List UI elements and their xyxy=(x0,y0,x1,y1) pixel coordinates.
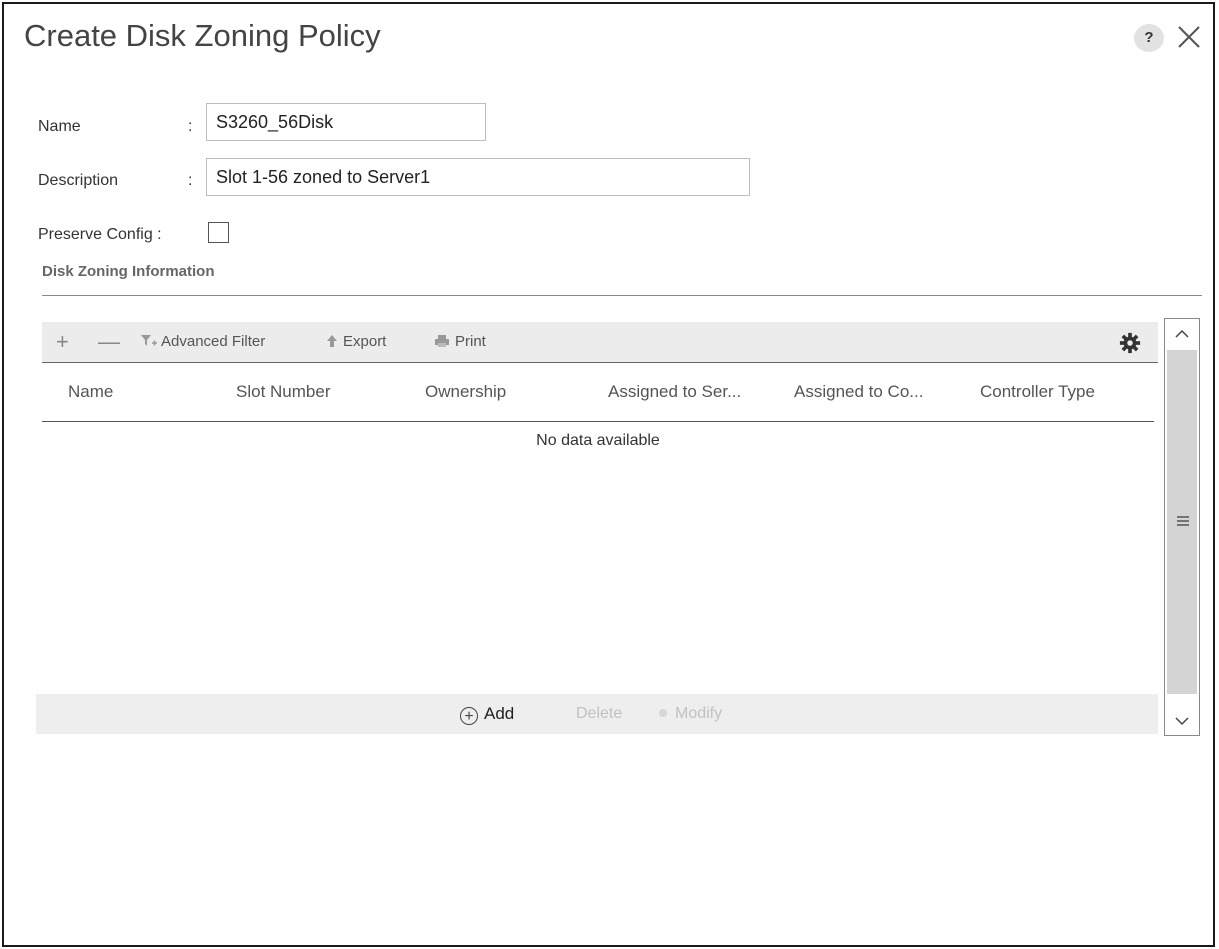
modify-dot-icon xyxy=(659,709,667,717)
plus-circle-icon: + xyxy=(460,707,478,725)
preserve-config-checkbox[interactable] xyxy=(208,222,229,243)
export-button[interactable]: Export xyxy=(326,322,386,362)
description-colon: : xyxy=(188,172,193,189)
preserve-config-label: Preserve Config : xyxy=(38,226,162,243)
add-row-icon[interactable]: + xyxy=(56,322,69,362)
add-button[interactable]: + Add xyxy=(460,694,514,734)
empty-table-message: No data available xyxy=(536,432,660,449)
print-label: Print xyxy=(455,333,486,350)
export-label: Export xyxy=(343,333,387,350)
gear-icon[interactable] xyxy=(1119,332,1141,354)
add-label: Add xyxy=(484,704,515,723)
table-toolbar: + — Advanced Filter Export Print xyxy=(42,322,1158,363)
name-input[interactable] xyxy=(206,103,486,141)
filter-icon xyxy=(141,335,157,346)
vertical-scrollbar[interactable] xyxy=(1164,318,1200,736)
print-icon xyxy=(435,335,449,347)
close-icon[interactable] xyxy=(1176,24,1202,50)
name-colon: : xyxy=(188,118,193,135)
dialog-title: Create Disk Zoning Policy xyxy=(24,18,381,53)
delete-button[interactable]: Delete xyxy=(576,694,622,734)
scrollbar-thumb[interactable] xyxy=(1167,350,1197,694)
column-header-assigned-to-controller[interactable]: Assigned to Co... xyxy=(794,382,923,402)
description-input[interactable] xyxy=(206,158,750,196)
section-divider xyxy=(42,295,1202,296)
column-header-assigned-to-server[interactable]: Assigned to Ser... xyxy=(608,382,741,402)
column-header-ownership[interactable]: Ownership xyxy=(425,382,506,402)
table-header: Name Slot Number Ownership Assigned to S… xyxy=(42,363,1154,422)
column-header-name[interactable]: Name xyxy=(68,382,113,402)
grip-icon xyxy=(1177,516,1189,526)
chevron-up-icon[interactable] xyxy=(1173,325,1191,343)
name-label: Name xyxy=(38,118,81,135)
delete-label: Delete xyxy=(576,705,623,722)
column-header-slot-number[interactable]: Slot Number xyxy=(236,382,330,402)
chevron-down-icon[interactable] xyxy=(1173,712,1191,730)
column-header-controller-type[interactable]: Controller Type xyxy=(980,382,1095,402)
help-icon[interactable]: ? xyxy=(1134,24,1164,52)
create-disk-zoning-policy-dialog: Create Disk Zoning Policy ? Name : Descr… xyxy=(2,2,1215,947)
description-label: Description xyxy=(38,172,119,189)
advanced-filter-label: Advanced Filter xyxy=(161,333,266,350)
modify-button[interactable]: Modify xyxy=(659,694,722,734)
remove-row-icon[interactable]: — xyxy=(98,322,120,362)
section-title: Disk Zoning Information xyxy=(42,263,215,280)
modify-label: Modify xyxy=(675,705,723,722)
table-action-bar: + Add Delete Modify xyxy=(36,694,1158,734)
print-button[interactable]: Print xyxy=(434,322,486,362)
export-icon xyxy=(327,335,337,347)
advanced-filter-button[interactable]: Advanced Filter xyxy=(140,322,265,362)
